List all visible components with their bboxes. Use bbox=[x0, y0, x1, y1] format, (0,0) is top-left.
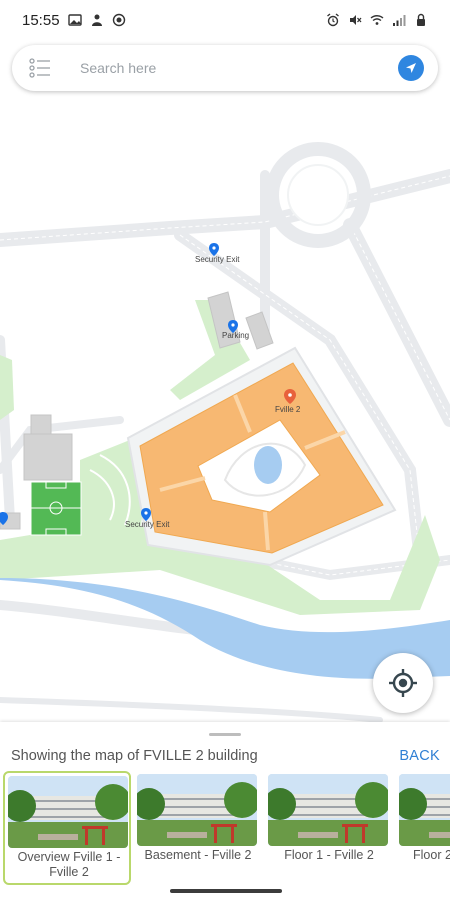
search-input[interactable] bbox=[80, 60, 398, 76]
back-button[interactable]: BACK bbox=[399, 748, 440, 764]
label-fville-2: Fville 2 bbox=[275, 405, 301, 414]
status-bar: 15:55 bbox=[0, 0, 450, 40]
status-time: 15:55 bbox=[22, 11, 60, 29]
floor-card-floor-1[interactable]: Floor 1 - Fville 2 bbox=[265, 771, 393, 885]
floor-bottom-sheet: Showing the map of FVILLE 2 building BAC… bbox=[0, 722, 450, 900]
person-icon bbox=[91, 14, 102, 26]
floor-thumbnail bbox=[399, 774, 450, 846]
signal-icon bbox=[393, 15, 406, 26]
alarm-icon bbox=[327, 13, 339, 27]
mute-icon bbox=[350, 15, 362, 25]
floor-card-floor-2[interactable]: Floor 2 bbox=[396, 771, 450, 885]
home-gesture-pill[interactable] bbox=[170, 889, 282, 893]
gallery-icon bbox=[67, 14, 82, 26]
floor-label: Floor 2 bbox=[413, 848, 450, 862]
floor-thumbnail bbox=[137, 774, 257, 846]
screen: Security Exit Parking Fville 2 Security … bbox=[0, 0, 450, 900]
target-icon bbox=[112, 13, 125, 27]
floor-label: Overview Fville 1 - Fville 2 bbox=[17, 850, 121, 879]
search-bar bbox=[12, 45, 438, 91]
sheet-title: Showing the map of FVILLE 2 building bbox=[11, 748, 258, 764]
floor-thumbnail bbox=[268, 774, 388, 846]
label-parking: Parking bbox=[222, 331, 249, 340]
wifi-icon bbox=[370, 15, 384, 25]
navigation-arrow-icon bbox=[406, 63, 416, 73]
sports-field bbox=[30, 481, 82, 536]
map-canvas[interactable]: Security Exit Parking Fville 2 Security … bbox=[0, 0, 450, 722]
navigate-button[interactable] bbox=[398, 55, 424, 81]
sheet-drag-handle[interactable] bbox=[209, 733, 241, 736]
system-nav-bar bbox=[0, 880, 450, 900]
floor-card-overview[interactable]: Overview Fville 1 - Fville 2 bbox=[3, 771, 131, 885]
list-menu-icon[interactable] bbox=[28, 56, 52, 80]
crosshair-icon bbox=[389, 669, 417, 697]
floor-carousel[interactable]: Overview Fville 1 - Fville 2 Basement - … bbox=[3, 771, 450, 886]
floor-card-basement[interactable]: Basement - Fville 2 bbox=[134, 771, 262, 885]
floor-label: Basement - Fville 2 bbox=[144, 848, 252, 862]
pond bbox=[254, 446, 282, 484]
my-location-button[interactable] bbox=[373, 653, 433, 713]
floor-thumbnail bbox=[8, 776, 128, 848]
label-security-top: Security Exit bbox=[195, 255, 240, 264]
label-security-bottom: Security Exit bbox=[125, 520, 170, 529]
lock-icon bbox=[417, 13, 425, 26]
floor-label: Floor 1 - Fville 2 bbox=[284, 848, 374, 862]
